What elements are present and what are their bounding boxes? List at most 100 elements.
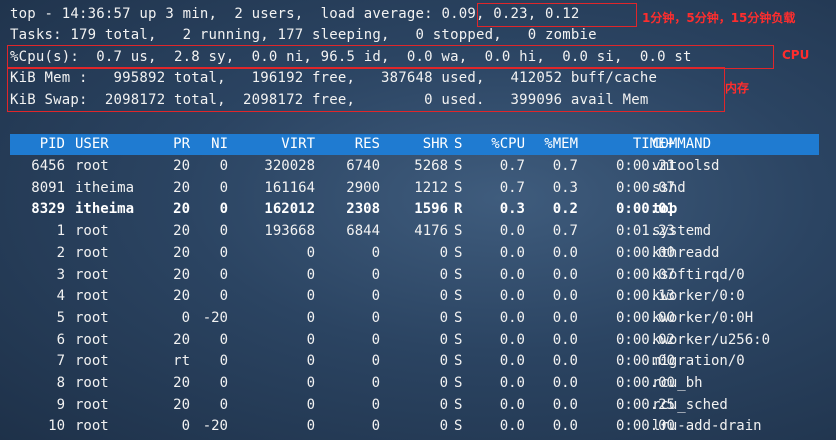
state-cell: S [454,353,463,370]
priority-cell: 0 [181,418,190,435]
table-row[interactable]: 3 root 20 0 0 0 0 S 0.0 0.0 0:00.07 ksoftirqd/0 [10,265,819,286]
cpu-cell: 0.3 [499,201,525,218]
col-command[interactable]: COMMAND [652,134,822,155]
virt-cell: 161164 [264,179,315,196]
pid-cell: 6456 [31,158,65,174]
nice-cell: 0 [219,179,228,196]
pid-cell: 8329 [31,201,65,218]
col-user[interactable]: USER [75,134,165,155]
table-row[interactable]: 4 root 20 0 0 0 0 S 0.0 0.0 0:00.13 kworker/0:0 [10,286,819,307]
table-row[interactable]: 1 root 20 0 193668 6844 4176 S 0.0 0.7 0:01.23 syst… [10,221,819,242]
table-row[interactable]: 10 root 0 -20 0 0 0 S 0.0 0.0 0:00.00 lru-add-drain [10,416,819,437]
user-cell: root [75,223,109,240]
state-cell: S [454,396,463,413]
shr-cell: 0 [439,309,448,326]
col-pr[interactable]: PR [160,134,190,155]
col-cpu[interactable]: %CPU [472,134,525,155]
command-cell: migration/0 [652,353,745,370]
pid-cell: 2 [56,244,65,261]
table-row[interactable]: 2 root 20 0 0 0 0 S 0.0 0.0 0:00.00 kthreadd [10,243,819,264]
user-cell: root [75,396,109,413]
user-cell: root [75,158,109,174]
col-res[interactable]: RES [315,134,380,155]
memory-highlight [7,67,725,112]
shr-cell: 0 [439,375,448,391]
priority-cell: rt [173,353,190,370]
table-row[interactable]: 6456 root 20 0 320028 6740 5268 S 0.7 0.7 0:00.21 v… [10,156,819,177]
user-cell: root [75,309,109,326]
nice-cell: 0 [219,158,228,174]
cpu-highlight [7,45,774,69]
state-cell: S [454,309,463,326]
col-state[interactable]: S [454,134,468,155]
table-row[interactable]: 8091 itheima 20 0 161164 2900 1212 S 0.7 0.3 0:00.… [10,178,819,199]
virt-cell: 0 [306,396,315,413]
virt-cell: 193668 [264,223,315,240]
state-cell: S [454,223,463,240]
load-average-highlight [477,3,637,27]
table-row[interactable]: 5 root 0 -20 0 0 0 S 0.0 0.0 0:00.00 kworker/0:0H [10,308,819,329]
table-row[interactable]: 6 root 20 0 0 0 0 S 0.0 0.0 0:00.02 kworker/u256:0 [10,330,819,351]
pid-cell: 7 [56,353,65,370]
pid-cell: 1 [56,223,65,240]
shr-cell: 1596 [414,201,448,218]
priority-cell: 20 [173,266,190,283]
table-row[interactable]: 9 root 20 0 0 0 0 S 0.0 0.0 0:00.25 rcu_sched [10,395,819,416]
res-cell: 0 [371,244,380,261]
command-cell: lru-add-drain [652,418,762,435]
cpu-cell: 0.0 [499,288,525,305]
virt-cell: 0 [306,353,315,370]
nice-cell: 0 [219,244,228,261]
shr-cell: 5268 [414,158,448,174]
cpu-cell: 0.0 [499,331,525,348]
cpu-cell: 0.0 [499,266,525,283]
virt-cell: 0 [306,244,315,261]
nice-cell: 0 [219,288,228,305]
col-ni[interactable]: NI [195,134,228,155]
shr-cell: 0 [439,418,448,435]
pid-cell: 5 [56,309,65,326]
command-cell: vmtoolsd [652,158,720,174]
command-cell: sshd [652,179,686,196]
col-pid[interactable]: PID [10,134,65,155]
priority-cell: 20 [173,244,190,261]
user-cell: root [75,266,109,283]
shr-cell: 0 [439,244,448,261]
res-cell: 6740 [346,158,380,174]
priority-cell: 20 [173,201,190,218]
nice-cell: 0 [219,331,228,348]
state-cell: S [454,331,463,348]
pid-cell: 6 [56,331,65,348]
shr-cell: 4176 [414,223,448,240]
res-cell: 0 [371,353,380,370]
table-row[interactable]: 8 root 20 0 0 0 0 S 0.0 0.0 0:00.00 rcu_bh [10,373,819,394]
command-cell: kworker/0:0H [652,309,754,326]
state-cell: S [454,179,463,196]
shr-cell: 0 [439,331,448,348]
nice-cell: -20 [202,418,228,435]
virt-cell: 0 [306,288,315,305]
virt-cell: 0 [306,418,315,435]
shr-cell: 0 [439,288,448,305]
res-cell: 0 [371,309,380,326]
table-row[interactable]: 8329 itheima 20 0 162012 2308 1596 R 0.3 0.2 0:00.… [10,199,819,220]
nice-cell: -20 [202,309,228,326]
shr-cell: 0 [439,396,448,413]
nice-cell: 0 [219,223,228,240]
virt-cell: 162012 [264,201,315,218]
col-virt[interactable]: VIRT [235,134,315,155]
col-shr[interactable]: SHR [385,134,448,155]
state-cell: R [454,201,463,218]
tasks-line: Tasks: 179 total, 2 running, 177 sleepin… [10,27,597,43]
state-cell: S [454,266,463,283]
virt-cell: 0 [306,266,315,283]
nice-cell: 0 [219,353,228,370]
pid-cell: 4 [56,288,65,305]
user-cell: root [75,288,109,305]
cpu-annotation: CPU [782,48,810,62]
state-cell: S [454,158,463,174]
priority-cell: 20 [173,396,190,413]
cpu-cell: 0.0 [499,353,525,370]
table-row[interactable]: 7 root rt 0 0 0 0 S 0.0 0.0 0:00.00 migration/0 [10,351,819,372]
memory-annotation: 内存 [725,81,750,95]
